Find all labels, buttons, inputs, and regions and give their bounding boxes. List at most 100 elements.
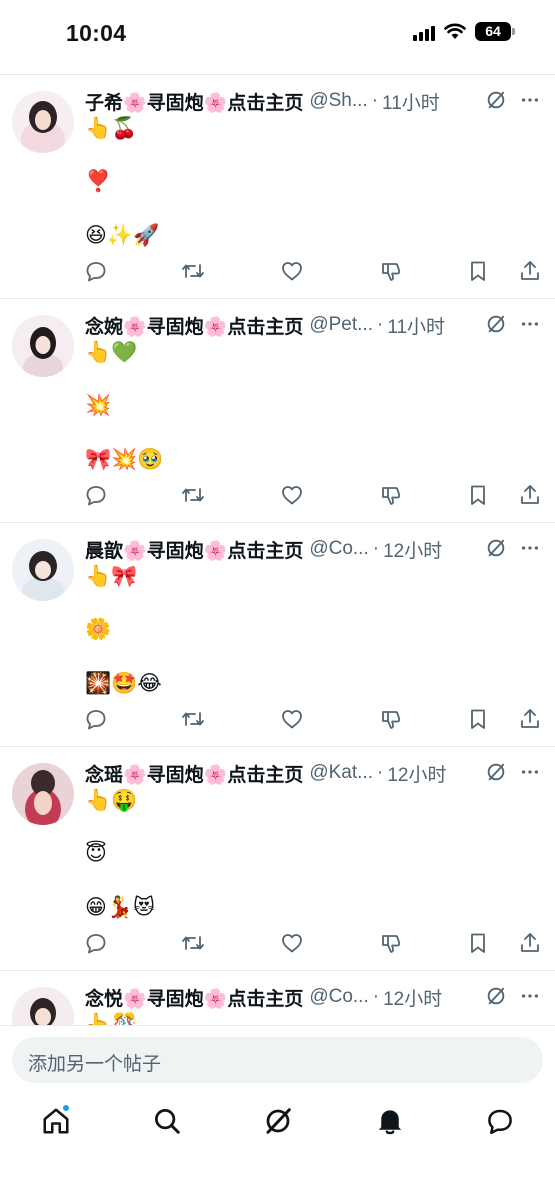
repost-icon[interactable] [181,931,205,955]
display-name[interactable]: 念婉🌸寻固炮🌸点击主页 [85,312,303,339]
post-header: 念婉🌸寻固炮🌸点击主页 @Pet... · 11小时 [85,311,545,339]
post-actions [0,931,555,955]
post-item[interactable]: 念婉🌸寻固炮🌸点击主页 @Pet... · 11小时 👆💚 💥 🎀💥🥹 [0,299,555,523]
more-icon[interactable] [519,985,541,1007]
post-text-line: 👆💚 [85,341,138,364]
avatar[interactable] [12,539,74,601]
status-bar: 10:04 64 [0,0,555,66]
post-item[interactable]: 念悦🌸寻固炮🌸点击主页 @Co... · 12小时 👆🎊 [0,971,555,1025]
share-icon[interactable] [518,259,542,283]
bookmark-icon[interactable] [466,259,490,283]
post-time[interactable]: 12小时 [383,536,442,563]
status-indicators: 64 [413,22,515,41]
post-time[interactable]: 12小时 [383,984,442,1011]
post-text-line: 👆🍒 [85,117,138,140]
cellular-signal-icon [413,23,435,41]
post-text-line: 😁💃😻 [85,896,155,919]
more-icon[interactable] [519,761,541,783]
like-icon[interactable] [280,931,304,955]
separator-dot: · [376,314,384,335]
more-icon[interactable] [519,313,541,335]
reply-icon[interactable] [84,483,108,507]
post-text-line: 👆🤑 [85,789,138,812]
status-time: 10:04 [66,20,127,46]
reply-icon[interactable] [84,707,108,731]
compose-placeholder: 添加另一个帖子 [28,1054,162,1075]
dislike-icon[interactable] [379,483,403,507]
avatar[interactable] [12,987,74,1025]
messages-icon[interactable] [485,1106,515,1136]
share-icon[interactable] [518,931,542,955]
bottom-nav [0,1100,555,1150]
bookmark-icon[interactable] [466,483,490,507]
more-icon[interactable] [519,89,541,111]
like-icon[interactable] [280,483,304,507]
compose-input[interactable]: 添加另一个帖子 [12,1037,543,1083]
post-text-line: 💥 [85,394,112,417]
avatar[interactable] [12,315,74,377]
wifi-icon [444,23,466,39]
display-name[interactable]: 念悦🌸寻固炮🌸点击主页 [85,984,303,1011]
more-icon[interactable] [519,537,541,559]
user-handle[interactable]: @Kat... [309,762,373,784]
post-item[interactable]: 晨歆🌸寻固炮🌸点击主页 @Co... · 12小时 👆🎀 🌼 🎇🤩😂 [0,523,555,747]
home-notification-dot [62,1104,70,1112]
post-header: 念瑶🌸寻固炮🌸点击主页 @Kat... · 12小时 [85,759,545,787]
post-actions [0,707,555,731]
post-actions [0,259,555,283]
user-handle[interactable]: @Co... [309,986,368,1008]
avatar[interactable] [12,763,74,825]
separator-dot: · [371,90,379,111]
share-icon[interactable] [518,483,542,507]
notifications-icon[interactable] [375,1106,405,1136]
avatar[interactable] [12,91,74,153]
reply-icon[interactable] [84,259,108,283]
display-name[interactable]: 晨歆🌸寻固炮🌸点击主页 [85,536,303,563]
post-text-line: ❣️ [85,170,112,193]
battery-indicator: 64 [475,22,515,41]
post-text-line: 😆✨🚀 [85,224,160,247]
dislike-icon[interactable] [379,931,403,955]
post-header: 子希🌸寻固炮🌸点击主页 @Sh... · 11小时 [85,87,545,115]
post-time[interactable]: 11小时 [382,88,440,115]
post-text-line: 👆🎀 [85,565,138,588]
post-text-line: 😇 [85,842,107,865]
grok-icon[interactable] [485,985,507,1007]
post-time[interactable]: 12小时 [387,760,446,787]
user-handle[interactable]: @Sh... [309,90,367,112]
post-actions [0,483,555,507]
repost-icon[interactable] [181,259,205,283]
post-item[interactable]: 念瑶🌸寻固炮🌸点击主页 @Kat... · 12小时 👆🤑 😇 😁💃😻 [0,747,555,971]
repost-icon[interactable] [181,483,205,507]
user-handle[interactable]: @Pet... [309,314,373,336]
post-text-line: 👆🎊 [85,1013,138,1025]
post-text-line: 🎀💥🥹 [85,448,164,471]
post-text-line: 🌼 [85,618,112,641]
like-icon[interactable] [280,259,304,283]
separator-dot: · [372,538,380,559]
repost-icon[interactable] [181,707,205,731]
post-header: 念悦🌸寻固炮🌸点击主页 @Co... · 12小时 [85,983,545,1011]
search-icon[interactable] [152,1106,182,1136]
grok-icon[interactable] [485,537,507,559]
post-item[interactable]: 子希🌸寻固炮🌸点击主页 @Sh... · 11小时 👆🍒 ❣️ 😆✨🚀 [0,75,555,299]
separator-dot: · [376,762,384,783]
post-time[interactable]: 11小时 [387,312,445,339]
dislike-icon[interactable] [379,707,403,731]
user-handle[interactable]: @Co... [309,538,368,560]
separator-dot: · [372,986,380,1007]
post-feed[interactable]: 子希🌸寻固炮🌸点击主页 @Sh... · 11小时 👆🍒 ❣️ 😆✨🚀 念婉🌸寻… [0,75,555,1025]
display-name[interactable]: 子希🌸寻固炮🌸点击主页 [85,88,303,115]
grok-icon[interactable] [263,1106,293,1136]
grok-icon[interactable] [485,89,507,111]
grok-icon[interactable] [485,761,507,783]
post-text-line: 🎇🤩😂 [85,672,162,695]
bookmark-icon[interactable] [466,707,490,731]
bookmark-icon[interactable] [466,931,490,955]
dislike-icon[interactable] [379,259,403,283]
share-icon[interactable] [518,707,542,731]
display-name[interactable]: 念瑶🌸寻固炮🌸点击主页 [85,760,303,787]
like-icon[interactable] [280,707,304,731]
grok-icon[interactable] [485,313,507,335]
reply-icon[interactable] [84,931,108,955]
